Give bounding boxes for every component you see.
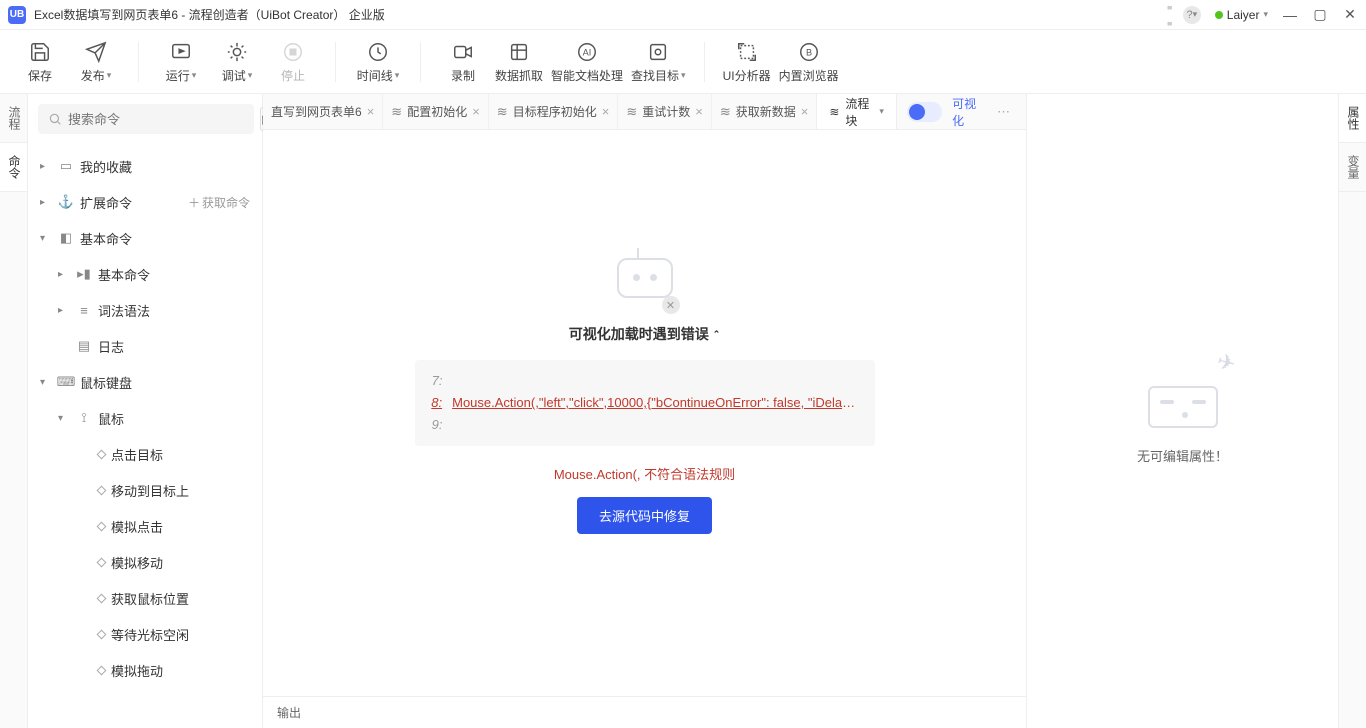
svg-text:B: B [806,48,812,58]
svg-text:AI: AI [583,48,592,58]
tree-ext-cmds[interactable]: ▸⚓扩展命令＋ 获取命令 [28,184,262,220]
apps-icon[interactable]: ▪▪▪▪ [1167,0,1169,31]
tab-3[interactable]: ≋目标程序初始化× [489,94,619,129]
save-button[interactable]: 保存 [16,33,64,91]
tree-mouse[interactable]: ▾⟟鼠标 [28,400,262,436]
error-message: Mouse.Action(, 不符合语法规则 [554,464,735,483]
close-icon[interactable]: × [695,104,703,119]
search-input-wrapper[interactable] [38,104,254,134]
tree-lexical[interactable]: ▸≡词法语法 [28,292,262,328]
tree-move-to-target[interactable]: 移动到目标上 [28,472,262,508]
tab-1[interactable]: 直写到网页表单6× [263,94,383,129]
builtin-browser-button[interactable]: B内置浏览器 [779,33,839,91]
tree-wait-cursor-idle[interactable]: 等待光标空闲 [28,616,262,652]
tree-basic-cmd[interactable]: ▸▸▮基本命令 [28,256,262,292]
tree-sim-move[interactable]: 模拟移动 [28,544,262,580]
run-button[interactable]: 运行▾ [157,33,205,91]
command-tree: ▸▭我的收藏 ▸⚓扩展命令＋ 获取命令 ▾◧基本命令 ▸▸▮基本命令 ▸≡词法语… [28,144,262,728]
empty-state-icon: ✈ [1138,358,1228,428]
maximize-icon[interactable]: ▢ [1312,7,1328,23]
title-bar: UB Excel数据填写到网页表单6 - 流程创造者（UiBot Creator… [0,0,1366,30]
user-menu[interactable]: Laiyer▾ [1215,8,1268,22]
tree-click-target[interactable]: 点击目标 [28,436,262,472]
find-target-button[interactable]: 查找目标▾ [631,33,686,91]
tree-get-mouse-pos[interactable]: 获取鼠标位置 [28,580,262,616]
search-input[interactable] [68,112,244,127]
tree-sim-click[interactable]: 模拟点击 [28,508,262,544]
minimize-icon[interactable]: — [1282,7,1298,23]
canvas-area: ✕ 可视化加载时遇到错误⌃ 7: 8:Mouse.Action(,"left",… [263,130,1026,696]
stop-button: 停止 [269,33,317,91]
commands-panel: ▣ ▸▭我的收藏 ▸⚓扩展命令＋ 获取命令 ▾◧基本命令 ▸▸▮基本命令 ▸≡词… [28,94,263,728]
error-code-link[interactable]: Mouse.Action(,"left","click",10000,{"bCo… [452,392,860,414]
record-button[interactable]: 录制 [439,33,487,91]
close-icon[interactable]: ✕ [1342,7,1358,23]
center-area: 直写到网页表单6× ≋配置初始化× ≋目标程序初始化× ≋重试计数× ≋获取新数… [263,94,1026,728]
properties-panel: ✈ 无可编辑属性！ [1026,94,1338,728]
window-title: Excel数据填写到网页表单6 - 流程创造者（UiBot Creator） 企… [34,6,1167,23]
publish-button[interactable]: 发布▾ [72,33,120,91]
vtab-flow[interactable]: 流程 [0,94,27,143]
data-capture-button[interactable]: 数据抓取 [495,33,543,91]
close-icon[interactable]: × [801,104,809,119]
tree-basic-cmds[interactable]: ▾◧基本命令 [28,220,262,256]
help-icon[interactable]: ?▾ [1183,6,1201,24]
view-mode-switch[interactable] [907,102,942,122]
tree-mouse-kb[interactable]: ▾⌨鼠标键盘 [28,364,262,400]
close-icon[interactable]: × [602,104,610,119]
timeline-button[interactable]: 时间线▾ [354,33,402,91]
left-vertical-tabs: 流程 命令 [0,94,28,728]
view-mode-label: 可视化 [952,95,981,129]
close-icon[interactable]: × [472,104,480,119]
error-code-box: 7: 8:Mouse.Action(,"left","click",10000,… [415,360,875,446]
empty-state-text: 无可编辑属性！ [1137,446,1228,465]
tab-current[interactable]: ≋流程块▾ [817,94,897,129]
close-icon[interactable]: × [367,104,375,119]
rtab-properties[interactable]: 属性 [1339,94,1366,143]
tree-log[interactable]: ▤日志 [28,328,262,364]
goto-source-fix-button[interactable]: 去源代码中修复 [577,497,712,534]
editor-tabs: 直写到网页表单6× ≋配置初始化× ≋目标程序初始化× ≋重试计数× ≋获取新数… [263,94,1026,130]
search-icon [48,112,62,126]
more-icon[interactable]: ⋯ [991,104,1016,120]
rtab-variables[interactable]: 变量 [1339,143,1366,192]
toolbar: 保存 发布▾ 运行▾ 调试▾ 停止 时间线▾ 录制 数据抓取 AI智能文档处理 … [0,30,1366,94]
debug-button[interactable]: 调试▾ [213,33,261,91]
output-panel-header[interactable]: 输出 [263,696,1026,728]
vtab-commands[interactable]: 命令 [0,143,27,192]
get-command-button[interactable]: ＋ 获取命令 [188,194,250,211]
tree-sim-drag[interactable]: 模拟拖动 [28,652,262,688]
tab-4[interactable]: ≋重试计数× [618,94,712,129]
error-title: 可视化加载时遇到错误⌃ [569,324,721,344]
smart-doc-button[interactable]: AI智能文档处理 [551,33,623,91]
right-vertical-tabs: 属性 变量 [1338,94,1366,728]
robot-error-icon: ✕ [610,252,680,312]
app-logo-icon: UB [8,6,26,24]
ui-analyzer-button[interactable]: UI分析器 [723,33,771,91]
tab-2[interactable]: ≋配置初始化× [383,94,489,129]
tree-favorites[interactable]: ▸▭我的收藏 [28,148,262,184]
tab-5[interactable]: ≋获取新数据× [712,94,818,129]
